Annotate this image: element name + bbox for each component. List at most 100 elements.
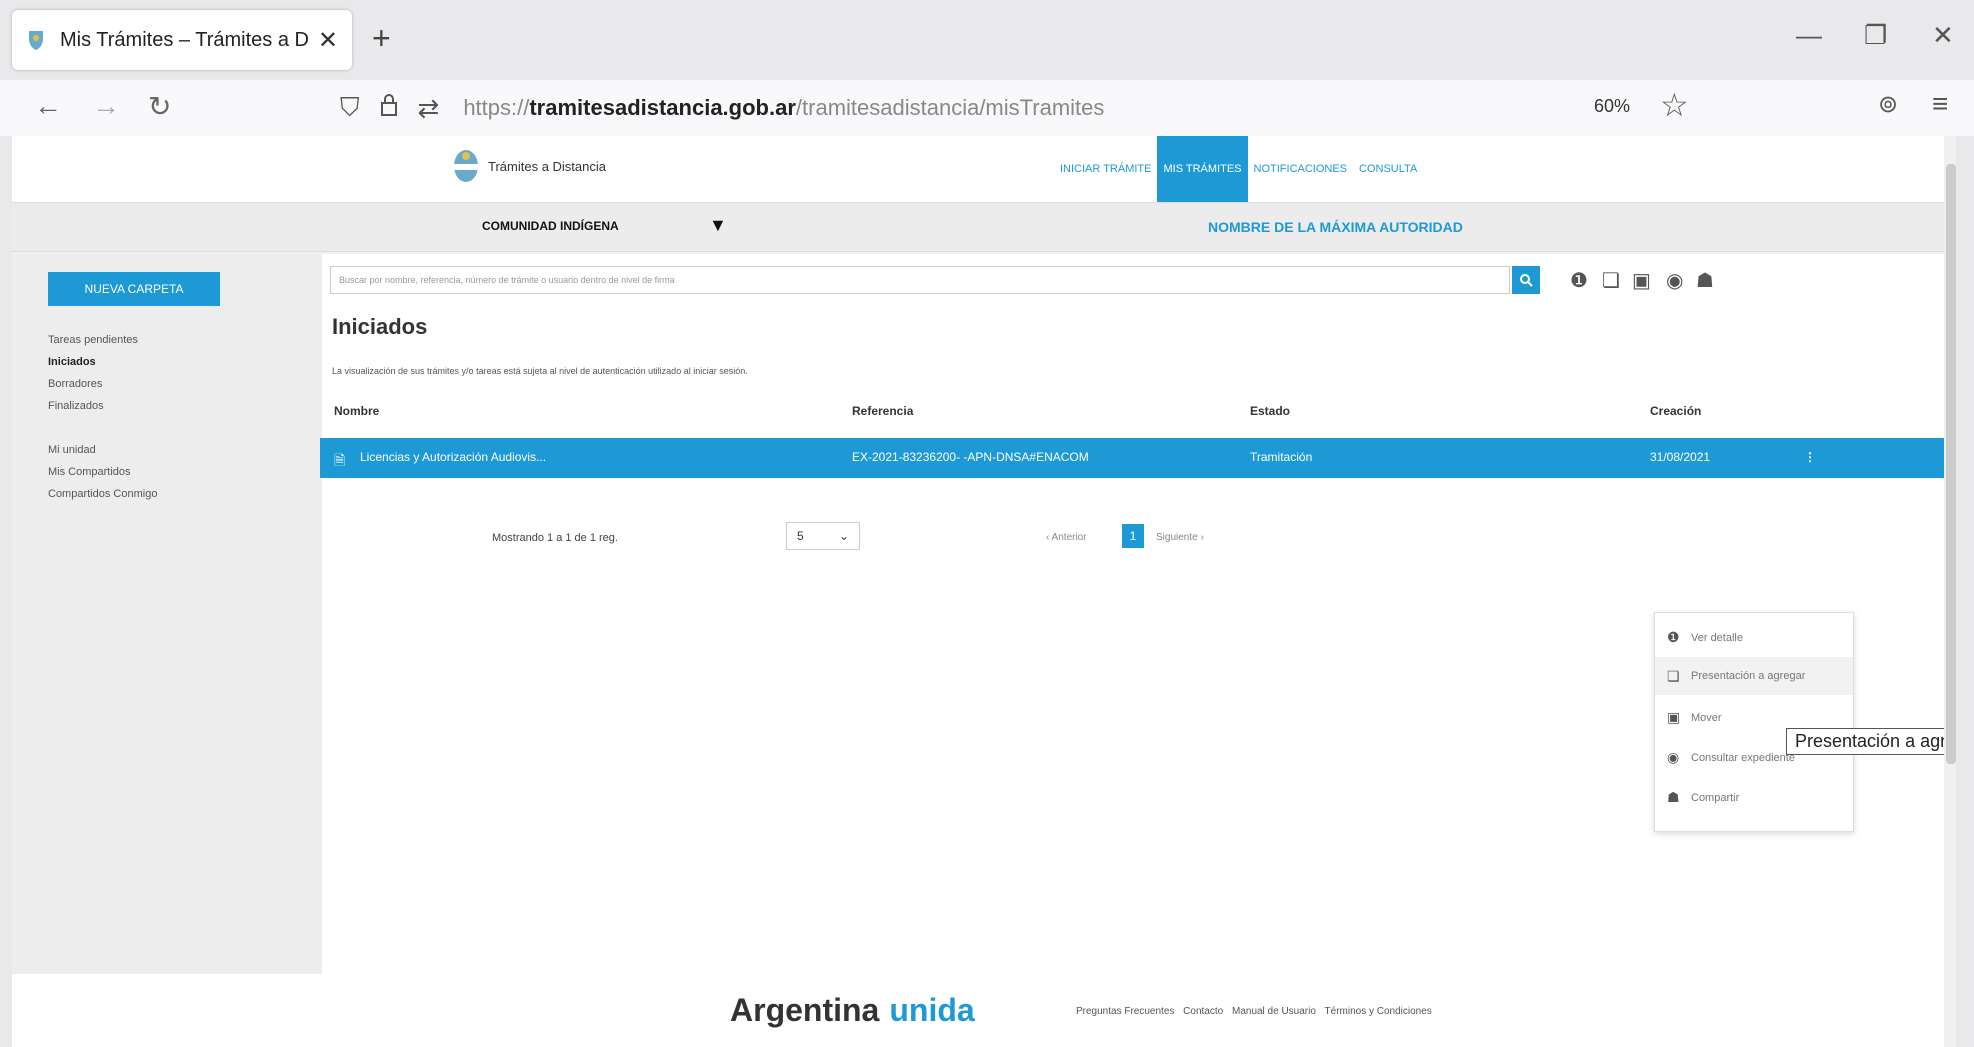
menu-item-label: Ver detalle xyxy=(1691,631,1743,644)
document-icon: 🗎 xyxy=(334,452,346,468)
menu-item-label: Mover xyxy=(1691,711,1722,724)
page-scrollbar[interactable] xyxy=(1944,136,1956,1047)
footer-link-manual[interactable]: Manual de Usuario xyxy=(1232,1006,1316,1017)
site-favicon-icon xyxy=(26,28,46,52)
menu-item-label: Consultar expediente xyxy=(1691,751,1795,764)
row-reference: EX-2021-83236200- -APN-DNSA#ENACOM xyxy=(852,450,1089,464)
footer-links: Preguntas Frecuentes Contacto Manual de … xyxy=(1076,1006,1438,1017)
browser-tab[interactable]: Mis Trámites – Trámites a Distancia ✕ xyxy=(12,10,352,70)
search-button[interactable] xyxy=(1512,266,1540,294)
info-text: La visualización de sus trámites y/o tar… xyxy=(332,366,748,376)
menu-item-ver-detalle[interactable]: ❶ Ver detalle xyxy=(1667,629,1743,646)
authority-name: NOMBRE DE LA MÁXIMA AUTORIDAD xyxy=(1208,219,1463,235)
footer-link-contacto[interactable]: Contacto xyxy=(1183,1006,1223,1017)
info-icon: ❶ xyxy=(1667,629,1680,645)
folder-icon: ▣ xyxy=(1667,709,1681,725)
footer-brand: Argentina unida xyxy=(730,992,975,1029)
menu-item-presentacion-agregar[interactable]: ❏ Presentación a agregar xyxy=(1655,657,1853,695)
pocket-icon[interactable]: ⊚ xyxy=(1878,90,1898,119)
hamburger-menu-icon[interactable]: ≡ xyxy=(1932,88,1948,120)
address-bar[interactable]: ⛉ ⇄ https://tramitesadistancia.gob.ar/tr… xyxy=(340,86,1740,130)
scrollbar-thumb[interactable] xyxy=(1946,164,1956,764)
sidebar-item-tareas-pendientes[interactable]: Tareas pendientes xyxy=(48,334,138,346)
pager-current-page[interactable]: 1 xyxy=(1122,524,1144,548)
column-header-nombre[interactable]: Nombre xyxy=(334,404,379,418)
url-domain: tramitesadistancia.gob.ar xyxy=(529,95,796,120)
url-text: https://tramitesadistancia.gob.ar/tramit… xyxy=(463,95,1104,121)
sidebar-item-mis-compartidos[interactable]: Mis Compartidos xyxy=(48,466,131,478)
nav-iniciar-tramite[interactable]: INICIAR TRÁMITE xyxy=(1054,136,1157,202)
brand-accent: unida xyxy=(889,992,975,1028)
search-input[interactable]: Buscar por nombre, referencia, número de… xyxy=(330,266,1510,294)
menu-item-compartir[interactable]: ☗ Compartir xyxy=(1667,789,1739,806)
row-name[interactable]: Licencias y Autorización Audiovis... xyxy=(360,450,546,464)
chevron-down-icon: ⌄ xyxy=(838,529,849,543)
nav-notificaciones[interactable]: NOTIFICACIONES xyxy=(1248,136,1354,202)
tab-title: Mis Trámites – Trámites a Distancia xyxy=(60,28,308,51)
forward-icon[interactable]: → xyxy=(92,90,120,122)
row-actions-icon[interactable]: ⋮ xyxy=(1804,450,1816,464)
restore-icon[interactable]: ❐ xyxy=(1864,20,1887,51)
community-selector[interactable]: COMUNIDAD INDÍGENA xyxy=(482,219,619,233)
page-title: Iniciados xyxy=(332,314,428,339)
document-add-icon[interactable]: ❏ xyxy=(1602,268,1620,293)
sidebar-item-finalizados[interactable]: Finalizados xyxy=(48,400,104,412)
row-status: Tramitación xyxy=(1250,450,1313,464)
url-prefix: https:// xyxy=(463,95,530,120)
nav-mis-tramites[interactable]: MIS TRÁMITES xyxy=(1157,136,1248,202)
minimize-icon[interactable]: — xyxy=(1796,20,1822,51)
pager-previous[interactable]: ‹ Anterior xyxy=(1046,532,1087,543)
browser-tab-bar: Mis Trámites – Trámites a Distancia ✕ + … xyxy=(0,0,1974,80)
tracking-protection-icon[interactable]: ⛉ xyxy=(340,92,360,124)
logo-text: Trámites a Distancia xyxy=(488,158,606,174)
sidebar-item-iniciados[interactable]: Iniciados xyxy=(48,356,96,368)
browser-nav-bar: ← → ↻ ⛉ ⇄ https://tramitesadistancia.gob… xyxy=(0,80,1974,136)
page-size-select[interactable]: 5 ⌄ xyxy=(786,522,860,550)
url-path: /tramitesadistancia/misTramites xyxy=(795,95,1105,120)
pager-next[interactable]: Siguiente › xyxy=(1156,532,1204,543)
eye-icon: ◉ xyxy=(1667,749,1680,765)
sidebar: NUEVA CARPETA Tareas pendientes Iniciado… xyxy=(12,254,322,974)
sidebar-item-compartidos-conmigo[interactable]: Compartidos Conmigo xyxy=(48,488,157,500)
column-header-referencia[interactable]: Referencia xyxy=(852,404,913,418)
footer-link-terminos[interactable]: Términos y Condiciones xyxy=(1325,1006,1432,1017)
sidebar-item-borradores[interactable]: Borradores xyxy=(48,378,102,390)
caret-down-icon[interactable]: ▼ xyxy=(709,215,727,236)
menu-item-label: Presentación a agregar xyxy=(1691,670,1806,682)
bookmark-star-icon[interactable]: ☆ xyxy=(1660,86,1689,124)
lock-icon[interactable] xyxy=(380,93,398,124)
document-add-icon: ❏ xyxy=(1667,667,1680,684)
back-icon[interactable]: ← xyxy=(34,90,62,122)
new-folder-button[interactable]: NUEVA CARPETA xyxy=(48,272,220,306)
user-share-icon[interactable]: ☗ xyxy=(1696,268,1714,293)
row-created: 31/08/2021 xyxy=(1650,450,1711,464)
footer-link-faq[interactable]: Preguntas Frecuentes xyxy=(1076,1006,1174,1017)
column-header-creacion[interactable]: Creación xyxy=(1650,404,1701,418)
menu-item-mover[interactable]: ▣ Mover xyxy=(1667,709,1722,726)
menu-item-label: Compartir xyxy=(1691,791,1740,804)
table-row[interactable]: 🗎 Licencias y Autorización Audiovis... E… xyxy=(320,438,1956,478)
column-header-estado[interactable]: Estado xyxy=(1250,404,1290,418)
eye-icon[interactable]: ◉ xyxy=(1666,268,1683,293)
top-navigation: INICIAR TRÁMITE MIS TRÁMITES NOTIFICACIO… xyxy=(1054,136,1423,202)
info-icon[interactable]: ❶ xyxy=(1570,268,1588,293)
close-tab-icon[interactable]: ✕ xyxy=(318,26,338,55)
nav-consulta[interactable]: CONSULTA xyxy=(1353,136,1423,202)
permissions-icon[interactable]: ⇄ xyxy=(418,93,440,124)
site-logo[interactable]: Trámites a Distancia xyxy=(452,148,606,184)
site-header: Trámites a Distancia INICIAR TRÁMITE MIS… xyxy=(12,136,1956,202)
reload-icon[interactable]: ↻ xyxy=(148,90,171,123)
folder-icon[interactable]: ▣ xyxy=(1632,268,1651,293)
menu-item-consultar-expediente[interactable]: ◉ Consultar expediente xyxy=(1667,749,1795,766)
page-size-value: 5 xyxy=(797,529,804,543)
close-window-icon[interactable]: ✕ xyxy=(1932,20,1954,51)
row-actions-menu: ❶ Ver detalle ❏ Presentación a agregar ▣… xyxy=(1654,612,1854,832)
tooltip: Presentación a agregar xyxy=(1786,728,1956,755)
search-icon xyxy=(1520,274,1533,287)
sidebar-item-mi-unidad[interactable]: Mi unidad xyxy=(48,444,96,456)
footer: Argentina unida Preguntas Frecuentes Cont… xyxy=(12,974,1956,1047)
zoom-level[interactable]: 60% xyxy=(1594,96,1630,117)
argentina-seal-icon xyxy=(454,150,478,182)
web-page: Trámites a Distancia INICIAR TRÁMITE MIS… xyxy=(12,136,1956,1047)
new-tab-button[interactable]: + xyxy=(372,22,391,54)
